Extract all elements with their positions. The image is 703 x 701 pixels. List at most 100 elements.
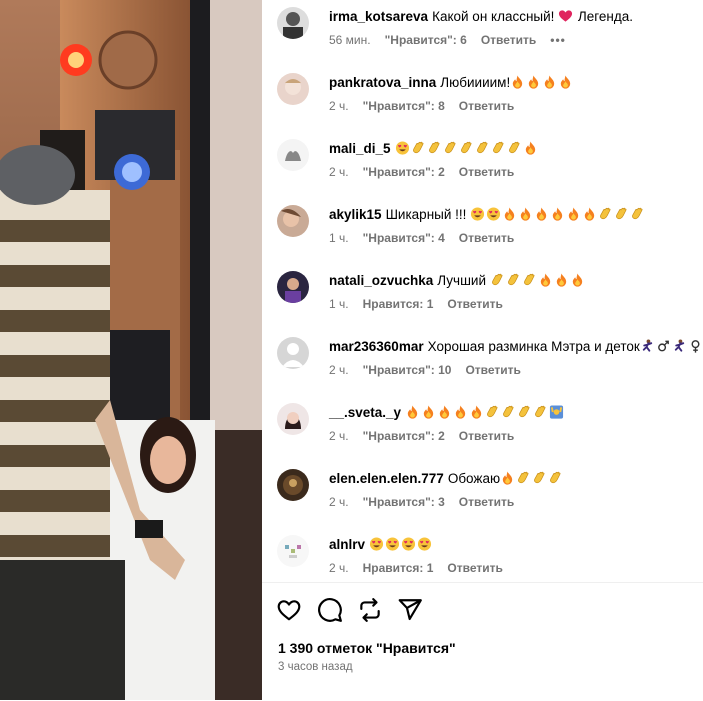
comment-item: elen.elen.elen.777 Обожаю 2 ч. "Нравится": … [277, 465, 697, 525]
comment-text-line: pankratova_inna Любиииим! [329, 74, 699, 92]
fire-emoji-icon [558, 74, 574, 92]
comment-item: mali_di_5 2 ч. "Нравится": 2 Ответить [277, 135, 697, 195]
comment-username[interactable]: akylik15 [329, 207, 382, 222]
comment-body: akylik15 Шикарный !!! 1 ч. "Нравится": 4 От… [329, 206, 699, 245]
avatar[interactable] [277, 205, 309, 237]
comment-username[interactable]: mali_di_5 [329, 141, 391, 156]
comment-icon[interactable] [317, 597, 343, 623]
reply-button[interactable]: Ответить [459, 231, 514, 245]
comment-text-line: __.sveta._y [329, 404, 699, 422]
comment-time: 2 ч. [329, 429, 349, 443]
hearteyes-emoji-icon [369, 536, 385, 554]
reply-button[interactable]: Ответить [459, 495, 514, 509]
comment-meta: 2 ч. "Нравится": 2 Ответить [329, 165, 699, 179]
comment-like-count[interactable]: "Нравится": 2 [363, 165, 445, 179]
reply-button[interactable]: Ответить [459, 429, 514, 443]
comment-username[interactable]: __.sveta._y [329, 405, 401, 420]
comment-text: Шикарный !!! [385, 207, 471, 222]
comment-text-line: akylik15 Шикарный !!! [329, 206, 699, 224]
avatar[interactable] [277, 139, 309, 171]
post-actions-bar: 1 390 отметок "Нравится" 3 часов назад [262, 582, 703, 701]
comment-text-line: irma_kotsareva Какой он классный! Легенда… [329, 8, 699, 26]
comment-like-count[interactable]: "Нравится": 3 [363, 495, 445, 509]
hearteyes-emoji-icon [486, 206, 502, 224]
comment-body: __.sveta._y 2 ч. "Нравится": 2 Ответить [329, 404, 699, 443]
comment-meta: 2 ч. "Нравится": 8 Ответить [329, 99, 699, 113]
fire-emoji-icon [534, 206, 550, 224]
comment-like-count[interactable]: Нравится: 1 [363, 297, 434, 311]
comment-like-count[interactable]: "Нравится": 4 [363, 231, 445, 245]
fire-emoji-icon [570, 272, 586, 290]
comment-item: pankratova_inna Любиииим! 2 ч. "Нравится": … [277, 69, 697, 129]
comment-meta: 1 ч. Нравится: 1 Ответить [329, 297, 699, 311]
comment-meta: 2 ч. Нравится: 1 Ответить [329, 561, 699, 575]
clap-emoji-icon [516, 470, 532, 488]
more-options-icon[interactable]: ••• [550, 33, 566, 47]
female-emoji-icon [688, 338, 703, 356]
clap-emoji-icon [507, 140, 523, 158]
avatar[interactable] [277, 535, 309, 567]
hearteyes-emoji-icon [401, 536, 417, 554]
comment-item: __.sveta._y 2 ч. "Нравится": 2 Ответить [277, 399, 697, 459]
comment-username[interactable]: pankratova_inna [329, 75, 436, 90]
comment-body: natali_ozvuchka Лучший 1 ч. Нравится: 1 Отв… [329, 272, 699, 311]
heart-outline-icon[interactable] [276, 597, 302, 623]
comment-time: 2 ч. [329, 561, 349, 575]
comment-like-count[interactable]: "Нравится": 8 [363, 99, 445, 113]
clap-emoji-icon [411, 140, 427, 158]
comment-username[interactable]: mar236360mar [329, 339, 424, 354]
comment-username[interactable]: alnlrv [329, 537, 365, 552]
comment-time: 56 мин. [329, 33, 371, 47]
reply-button[interactable]: Ответить [459, 99, 514, 113]
comment-like-count[interactable]: Нравится: 1 [363, 561, 434, 575]
comment-text-line: mar236360mar Хорошая разминка Мэтра и дет… [329, 338, 700, 356]
comment-meta: 1 ч. "Нравится": 4 Ответить [329, 231, 699, 245]
fire-emoji-icon [405, 404, 421, 422]
comment-text: Любиииим! [440, 75, 511, 90]
fire-emoji-icon [526, 74, 542, 92]
comment-item: akylik15 Шикарный !!! 1 ч. "Нравится": 4 От… [277, 201, 697, 261]
fire-emoji-icon [523, 140, 539, 158]
avatar[interactable] [277, 73, 309, 105]
clap-emoji-icon [532, 470, 548, 488]
comment-item: alnlrv 2 ч. Нравится: 1 Ответить [277, 531, 697, 582]
comment-like-count[interactable]: "Нравится": 2 [363, 429, 445, 443]
fire-emoji-icon [502, 206, 518, 224]
comment-text-line: natali_ozvuchka Лучший [329, 272, 699, 290]
comment-time: 2 ч. [329, 99, 349, 113]
reply-button[interactable]: Ответить [447, 561, 502, 575]
clap-emoji-icon [533, 404, 549, 422]
like-count[interactable]: 1 390 отметок "Нравится" [278, 640, 456, 656]
clap-emoji-icon [517, 404, 533, 422]
reply-button[interactable]: Ответить [447, 297, 502, 311]
comment-item: irma_kotsareva Какой он классный! Легенда… [277, 3, 697, 63]
clap-emoji-icon [598, 206, 614, 224]
raise-emoji-icon [549, 404, 565, 422]
comment-like-count[interactable]: "Нравится": 6 [385, 33, 467, 47]
clap-emoji-icon [506, 272, 522, 290]
avatar[interactable] [277, 469, 309, 501]
reply-button[interactable]: Ответить [465, 363, 520, 377]
share-icon[interactable] [397, 597, 423, 623]
comment-body: mali_di_5 2 ч. "Нравится": 2 Ответить [329, 140, 699, 179]
avatar[interactable] [277, 403, 309, 435]
avatar[interactable] [277, 7, 309, 39]
comment-text: Какой он классный! [432, 9, 559, 24]
reply-button[interactable]: Ответить [481, 33, 536, 47]
clap-emoji-icon [548, 470, 564, 488]
comment-like-count[interactable]: "Нравится": 10 [363, 363, 452, 377]
avatar[interactable] [277, 271, 309, 303]
comment-meta: 56 мин. "Нравится": 6 Ответить ••• [329, 33, 699, 47]
comment-username[interactable]: elen.elen.elen.777 [329, 471, 444, 486]
fire-emoji-icon [550, 206, 566, 224]
post-time: 3 часов назад [278, 661, 353, 673]
comment-username[interactable]: natali_ozvuchka [329, 273, 433, 288]
repost-icon[interactable] [357, 597, 383, 623]
avatar[interactable] [277, 337, 309, 369]
comment-text: Лучший [437, 273, 490, 288]
comment-username[interactable]: irma_kotsareva [329, 9, 428, 24]
reply-button[interactable]: Ответить [459, 165, 514, 179]
comment-text-line: mali_di_5 [329, 140, 699, 158]
dancer-emoji-icon [672, 338, 688, 356]
comment-time: 1 ч. [329, 297, 349, 311]
